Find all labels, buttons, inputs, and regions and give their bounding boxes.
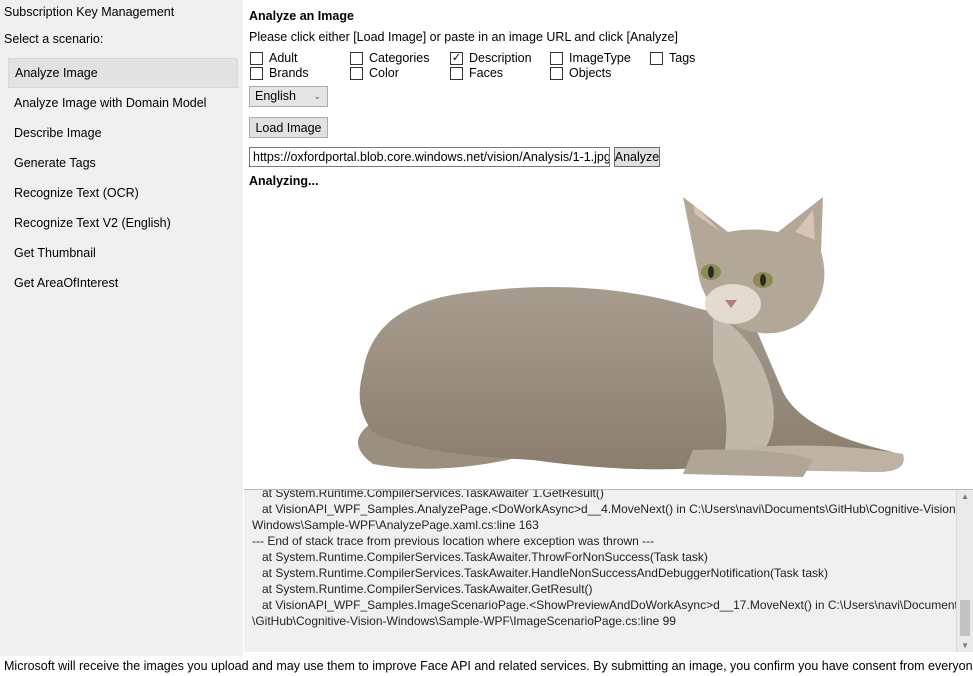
- checkbox-tags[interactable]: Tags: [650, 51, 695, 65]
- instructions-text: Please click either [Load Image] or past…: [249, 30, 678, 44]
- scrollbar-thumb[interactable]: [960, 600, 970, 636]
- language-select[interactable]: English ⌄: [249, 86, 328, 107]
- page-title: Analyze an Image: [249, 9, 354, 23]
- log-line: at System.Runtime.CompilerServices.TaskA…: [252, 566, 829, 580]
- checkbox-adult[interactable]: Adult: [250, 51, 298, 65]
- checkbox-brands[interactable]: Brands: [250, 66, 309, 80]
- analyze-button[interactable]: Analyze: [614, 147, 660, 167]
- log-line: at System.Runtime.CompilerServices.TaskA…: [252, 582, 593, 596]
- checkbox-description[interactable]: ✓ Description: [450, 51, 532, 65]
- scroll-down-icon[interactable]: ▼: [961, 641, 969, 650]
- checkbox-label: Tags: [669, 51, 696, 65]
- image-url-input[interactable]: https://oxfordportal.blob.core.windows.n…: [249, 147, 610, 167]
- checkbox-box[interactable]: [550, 66, 563, 80]
- scenario-list: Analyze Image Analyze Image with Domain …: [8, 58, 238, 298]
- log-line: Windows\Sample-WPF\AnalyzePage.xaml.cs:l…: [252, 518, 539, 532]
- status-text: Analyzing...: [249, 174, 319, 188]
- consent-footer: Microsoft will receive the images you up…: [4, 659, 973, 673]
- log-line: --- End of stack trace from previous loc…: [252, 534, 655, 548]
- log-text: at System.Runtime.CompilerServices.TaskA…: [252, 489, 964, 629]
- checkbox-box[interactable]: [350, 51, 363, 65]
- checkbox-label: Brands: [269, 66, 309, 80]
- checkbox-label: Faces: [469, 66, 504, 80]
- scenario-describe-image[interactable]: Describe Image: [8, 118, 238, 148]
- log-line: at VisionAPI_WPF_Samples.AnalyzePage.<Do…: [252, 502, 960, 516]
- checkbox-box[interactable]: [250, 51, 263, 65]
- sidebar: Subscription Key Management Select a sce…: [0, 0, 243, 656]
- checkbox-color[interactable]: Color: [350, 66, 399, 80]
- checkbox-box[interactable]: [650, 51, 663, 65]
- scenario-get-area-of-interest[interactable]: Get AreaOfInterest: [8, 268, 238, 298]
- scenario-generate-tags[interactable]: Generate Tags: [8, 148, 238, 178]
- checkbox-box[interactable]: [550, 51, 563, 65]
- select-scenario-label: Select a scenario:: [4, 32, 104, 46]
- checkbox-objects[interactable]: Objects: [550, 66, 611, 80]
- log-line: at System.Runtime.CompilerServices.TaskA…: [252, 489, 604, 500]
- log-line: at System.Runtime.CompilerServices.TaskA…: [252, 550, 708, 564]
- checkbox-box[interactable]: [250, 66, 263, 80]
- cat-illustration: [358, 197, 904, 477]
- checkbox-box[interactable]: [350, 66, 363, 80]
- checkbox-label: ImageType: [569, 51, 631, 65]
- subscription-key-link[interactable]: Subscription Key Management: [4, 5, 174, 19]
- checkbox-categories[interactable]: Categories: [350, 51, 429, 65]
- language-value: English: [255, 89, 296, 103]
- scenario-recognize-text-v2[interactable]: Recognize Text V2 (English): [8, 208, 238, 238]
- cat-image: [333, 192, 913, 482]
- log-line: at VisionAPI_WPF_Samples.ImageScenarioPa…: [252, 598, 964, 612]
- scenario-recognize-text-ocr[interactable]: Recognize Text (OCR): [8, 178, 238, 208]
- log-output[interactable]: at System.Runtime.CompilerServices.TaskA…: [244, 489, 973, 652]
- checkbox-label: Objects: [569, 66, 612, 80]
- chevron-down-icon: ⌄: [313, 91, 321, 101]
- scenario-analyze-image[interactable]: Analyze Image: [8, 58, 238, 88]
- checkbox-imagetype[interactable]: ImageType: [550, 51, 631, 65]
- checkmark-icon[interactable]: ✓: [450, 51, 463, 65]
- checkbox-label: Description: [469, 51, 532, 65]
- scenario-get-thumbnail[interactable]: Get Thumbnail: [8, 238, 238, 268]
- scroll-up-icon[interactable]: ▲: [961, 492, 969, 501]
- checkbox-label: Categories: [369, 51, 430, 65]
- checkbox-label: Adult: [269, 51, 298, 65]
- load-image-button[interactable]: Load Image: [249, 117, 328, 138]
- log-line: \GitHub\Cognitive-Vision-Windows\Sample-…: [252, 614, 676, 628]
- checkbox-faces[interactable]: Faces: [450, 66, 503, 80]
- scenario-analyze-image-domain-model[interactable]: Analyze Image with Domain Model: [8, 88, 238, 118]
- checkbox-box[interactable]: [450, 66, 463, 80]
- checkbox-label: Color: [369, 66, 399, 80]
- log-scrollbar[interactable]: ▲ ▼: [956, 490, 973, 652]
